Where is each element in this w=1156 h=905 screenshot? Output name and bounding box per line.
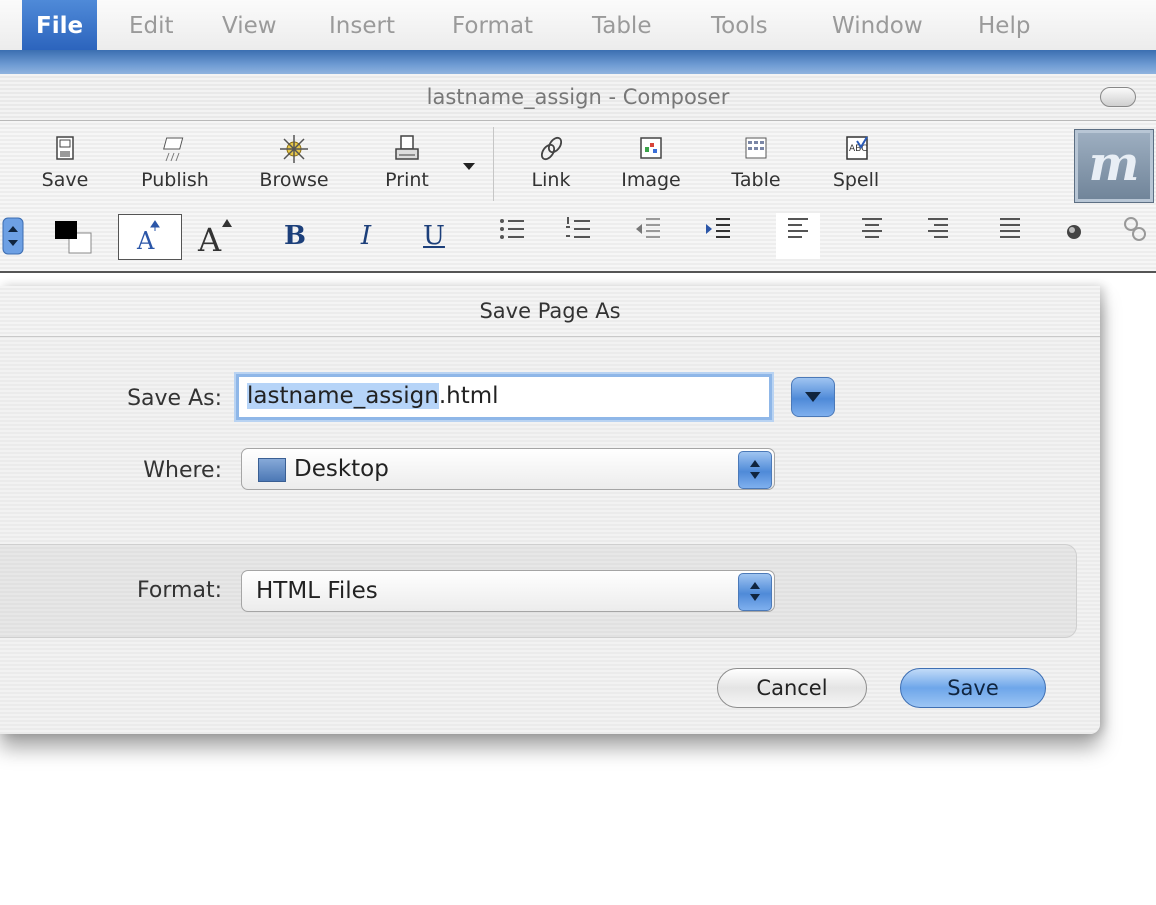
where-popup[interactable]: Desktop <box>241 448 775 490</box>
save-toolbar-label: Save <box>41 169 89 191</box>
align-center-button[interactable] <box>852 213 892 259</box>
font-larger-icon: A <box>197 219 232 259</box>
anchor-button[interactable] <box>1056 213 1092 259</box>
menu-edit[interactable]: Edit <box>115 0 188 50</box>
composition-toolbar: Save Publish Browse Print Link Image Tab… <box>0 121 1156 205</box>
format-toolbar: A A B I U <box>0 205 1156 273</box>
desktop-strip <box>0 50 1156 74</box>
browse-toolbar-button[interactable]: Browse <box>249 129 339 203</box>
popup-arrows-icon <box>2 217 24 255</box>
menu-bar: File Edit View Insert Format Table Tools… <box>0 0 1156 51</box>
filename-extension-text: .html <box>438 383 499 409</box>
menu-window[interactable]: Window <box>818 0 937 50</box>
svg-text:ABC: ABC <box>849 144 867 154</box>
underline-button[interactable]: U <box>414 213 454 259</box>
save-icon <box>56 136 74 160</box>
publish-icon <box>163 137 184 162</box>
spell-toolbar-button[interactable]: ABC Spell <box>811 129 901 203</box>
form-button[interactable] <box>1110 213 1156 259</box>
where-value: Desktop <box>294 456 389 482</box>
image-toolbar-label: Image <box>621 169 681 191</box>
indent-icon <box>706 218 730 238</box>
expand-browser-button[interactable] <box>791 377 835 417</box>
smaller-font-button[interactable]: A <box>118 214 182 260</box>
toolbar-separator <box>493 127 494 201</box>
text-color-button[interactable] <box>44 213 100 259</box>
align-left-button[interactable] <box>776 213 820 259</box>
window-title: lastname_assign - Composer <box>426 85 730 109</box>
save-as-label: Save As: <box>127 386 222 411</box>
numbered-list-button[interactable] <box>558 213 598 259</box>
align-right-button[interactable] <box>918 213 958 259</box>
composer-window: lastname_assign - Composer Save Publish <box>0 74 1156 905</box>
where-label: Where: <box>143 458 222 483</box>
save-toolbar-button[interactable]: Save <box>20 129 110 203</box>
publish-toolbar-label: Publish <box>141 169 209 191</box>
menu-insert[interactable]: Insert <box>315 0 409 50</box>
svg-text:A: A <box>136 227 155 255</box>
outdent-icon <box>636 218 660 238</box>
bold-button[interactable]: B <box>275 213 315 259</box>
numbered-list-icon <box>566 217 590 238</box>
image-icon <box>640 137 662 159</box>
link-icon <box>540 136 563 161</box>
format-popup[interactable]: HTML Files <box>241 570 775 612</box>
image-toolbar-button[interactable]: Image <box>606 129 696 203</box>
bullet-list-icon <box>500 219 524 239</box>
table-toolbar-label: Table <box>731 169 781 191</box>
chevron-down-icon <box>805 392 821 402</box>
form-icon <box>1124 217 1146 241</box>
align-center-icon <box>862 218 882 238</box>
print-toolbar-label: Print <box>385 169 429 191</box>
anchor-icon <box>1067 225 1081 239</box>
publish-toolbar-button[interactable]: Publish <box>130 129 220 203</box>
mozilla-logo-letter: m <box>1088 136 1140 192</box>
color-swatch-icon <box>55 221 92 254</box>
justify-button[interactable] <box>990 213 1030 259</box>
link-toolbar-label: Link <box>531 169 571 191</box>
browse-toolbar-label: Browse <box>259 169 329 191</box>
save-page-as-dialog: Save Page As Save As: lastname_assign.ht… <box>0 286 1100 734</box>
menu-format[interactable]: Format <box>438 0 547 50</box>
spell-toolbar-label: Spell <box>832 169 880 191</box>
print-icon <box>395 135 419 160</box>
dialog-titlebar: Save Page As <box>0 286 1100 337</box>
link-toolbar-button[interactable]: Link <box>506 129 596 203</box>
format-label: Format: <box>137 578 222 603</box>
save-button[interactable]: Save <box>900 668 1046 708</box>
align-left-icon <box>788 218 808 238</box>
indent-button[interactable] <box>698 213 738 259</box>
format-popup-arrows-icon <box>738 573 772 611</box>
menu-view[interactable]: View <box>208 0 291 50</box>
table-toolbar-button[interactable]: Table <box>711 129 801 203</box>
print-dropdown-icon[interactable] <box>463 163 475 170</box>
menu-tools[interactable]: Tools <box>697 0 782 50</box>
dialog-title: Save Page As <box>479 299 621 323</box>
toolbar-toggle-button[interactable] <box>1100 87 1136 107</box>
mozilla-logo: m <box>1074 129 1154 203</box>
filename-input[interactable]: lastname_assign.html <box>236 374 772 420</box>
italic-button[interactable]: I <box>346 213 386 259</box>
justify-icon <box>1000 218 1020 238</box>
align-right-icon <box>928 218 948 238</box>
cancel-button[interactable]: Cancel <box>717 668 867 708</box>
svg-text:A: A <box>197 221 222 257</box>
table-icon <box>745 137 767 159</box>
font-smaller-icon: A <box>136 220 160 255</box>
window-titlebar: lastname_assign - Composer <box>0 74 1156 121</box>
where-popup-arrows-icon <box>738 451 772 489</box>
browse-icon <box>280 135 308 163</box>
print-toolbar-button[interactable]: Print <box>362 129 452 203</box>
menu-table[interactable]: Table <box>578 0 665 50</box>
spell-icon: ABC <box>846 136 868 160</box>
format-value: HTML Files <box>256 578 378 604</box>
menu-help[interactable]: Help <box>964 0 1044 50</box>
menu-file[interactable]: File <box>22 0 98 50</box>
outdent-button[interactable] <box>628 213 668 259</box>
desktop-folder-icon <box>258 458 286 482</box>
filename-selected-text: lastname_assign <box>247 383 439 409</box>
paragraph-format-popup[interactable] <box>0 213 26 259</box>
bullet-list-button[interactable] <box>492 213 532 259</box>
larger-font-button[interactable]: A <box>190 213 244 259</box>
